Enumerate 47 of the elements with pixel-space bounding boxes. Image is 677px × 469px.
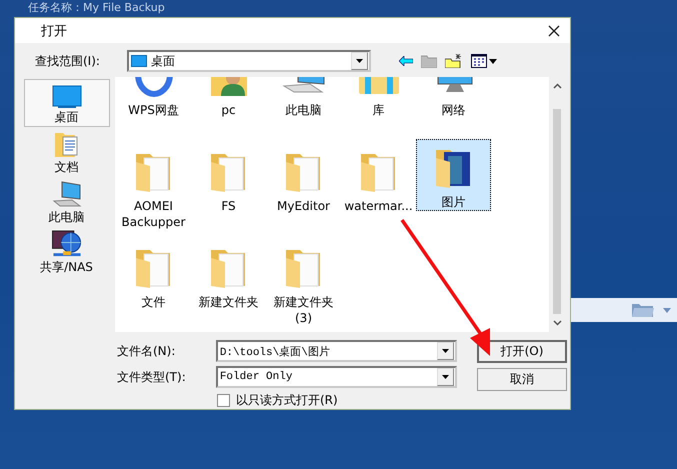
dropdown-button[interactable] <box>437 342 454 360</box>
network-globe-icon <box>50 230 82 259</box>
new-folder-icon[interactable] <box>445 54 463 68</box>
folder-item[interactable]: 新建文件夹 (3) <box>266 241 341 332</box>
scroll-down-icon[interactable] <box>552 320 562 326</box>
read-only-label: 以只读方式打开(R) <box>236 392 338 409</box>
folder-item[interactable]: 此电脑 <box>266 77 341 145</box>
dialog-button[interactable]: 取消 <box>477 368 567 391</box>
monitor-icon <box>52 85 82 109</box>
document-folder-icon <box>54 131 78 159</box>
dialog-title: 打开 <box>41 22 67 40</box>
folder-item[interactable]: watermar... <box>341 145 416 241</box>
file-name-field[interactable]: D:\tools\桌面\图片 <box>216 340 457 362</box>
file-name-label: 文件名(N): <box>117 342 176 360</box>
folder-item[interactable]: FS <box>191 145 266 241</box>
look-in-label: 查找范围(I): <box>34 52 101 70</box>
folder-item[interactable]: MyEditor <box>266 145 341 241</box>
folder-item[interactable]: WPS网盘 <box>116 77 191 145</box>
folder-item[interactable]: 图片 <box>416 139 491 211</box>
folder-item[interactable]: 库 <box>341 77 416 145</box>
file-type-label: 文件类型(T): <box>117 368 187 386</box>
caret-icon <box>442 349 449 353</box>
folder-item[interactable]: pc <box>191 77 266 145</box>
scrollbar-thumb[interactable] <box>553 109 561 314</box>
caret-icon <box>442 375 449 379</box>
sidebar-item[interactable]: 桌面 <box>24 79 110 127</box>
folder-item[interactable]: AOMEI Backupper <box>116 145 191 241</box>
scroll-up-icon[interactable] <box>552 83 562 89</box>
task-name-text: 任务名称：My File Backup <box>28 1 165 15</box>
sidebar-item[interactable]: 此电脑 <box>24 179 110 227</box>
dialog-button[interactable]: 打开(O) <box>477 340 567 363</box>
folder-item[interactable]: 文件 <box>116 241 191 332</box>
dropdown-button[interactable] <box>351 52 368 70</box>
close-icon[interactable] <box>548 24 560 36</box>
look-in-dropdown[interactable]: 桌面 <box>127 50 371 72</box>
folder-item[interactable]: 新建文件夹 <box>191 241 266 332</box>
desktop-icon <box>131 55 147 67</box>
computer-icon <box>52 181 82 209</box>
dropdown-button[interactable] <box>437 368 454 386</box>
file-type-dropdown[interactable]: Folder Only <box>216 366 457 388</box>
sidebar-item[interactable]: 文档 <box>24 129 110 177</box>
caret-icon[interactable] <box>663 308 671 312</box>
caret-icon <box>356 59 363 63</box>
view-menu-icon[interactable] <box>471 54 497 68</box>
back-arrow-icon[interactable] <box>399 56 413 66</box>
read-only-checkbox[interactable] <box>217 394 230 407</box>
sidebar-item[interactable]: 共享/NAS <box>24 229 110 277</box>
